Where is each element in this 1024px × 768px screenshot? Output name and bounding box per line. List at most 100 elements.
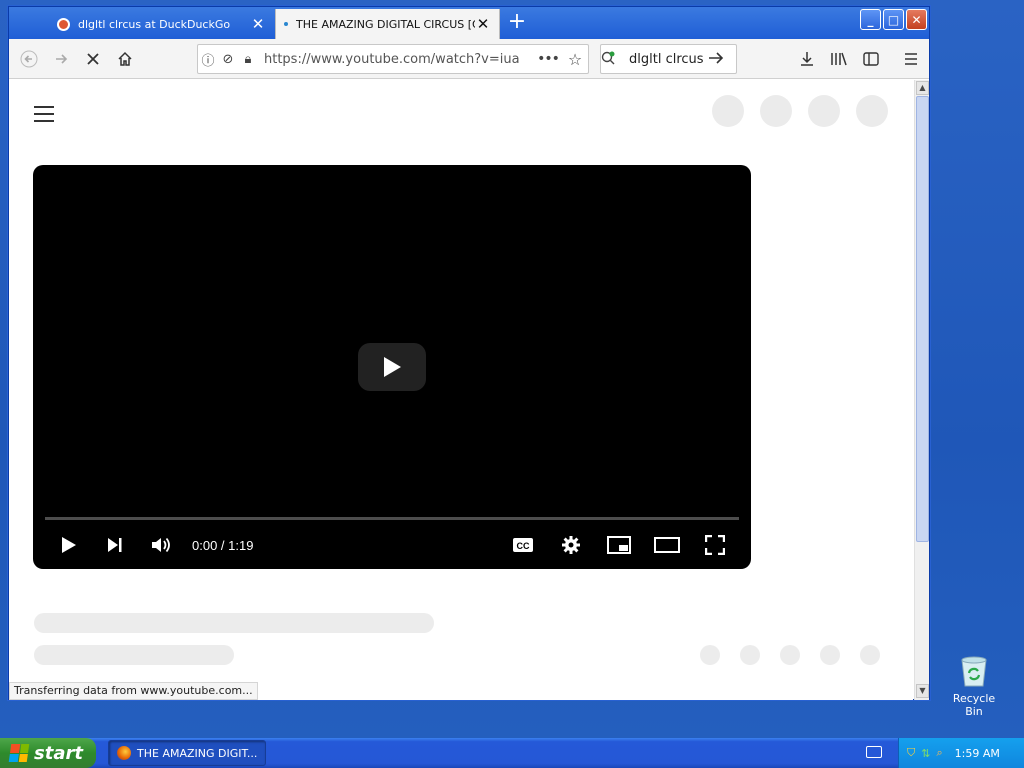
search-query[interactable]: dlgltl clrcus [629,52,708,67]
tracking-protection-icon[interactable]: ⊘ [218,52,238,67]
back-button[interactable] [17,47,41,71]
placeholder-circle [860,645,880,665]
sidebar-icon [863,52,879,66]
downloads-button[interactable] [795,47,819,71]
taskbar: start THE AMAZING DIGIT... ⛉ ⇅ ⌕ 1:59 AM [0,738,1024,768]
sidebar-button[interactable] [859,47,883,71]
tab-duckduckgo[interactable]: dlgltl clrcus at DuckDuckGo ✕ [49,9,274,39]
placeholder-circle [780,645,800,665]
forward-button[interactable] [49,47,73,71]
scroll-down-arrow-icon[interactable]: ▼ [916,684,929,698]
play-icon [62,537,76,553]
taskbar-item-label: THE AMAZING DIGIT... [137,746,258,760]
back-arrow-icon [20,50,38,68]
scrollbar-thumb[interactable] [916,96,929,542]
gear-icon [562,536,580,554]
volume-icon [152,537,170,553]
tab-title: THE AMAZING DIGITAL CIRCUS [O [296,17,475,31]
library-icon [831,52,847,66]
search-icon[interactable]: ⌕ [936,746,942,760]
browser-window: dlgltl clrcus at DuckDuckGo ✕ THE AMAZIN… [8,6,930,700]
video-player[interactable]: 0:00 / 1:19 CC [33,165,751,569]
home-icon [118,51,132,66]
status-bar: Transferring data from www.youtube.com..… [9,682,258,700]
subtitle-placeholder [34,645,234,665]
recycle-bin-shortcut[interactable]: Recycle Bin [944,656,1004,718]
recycle-bin-label: Recycle Bin [952,692,996,718]
maximize-button[interactable]: □ [883,9,904,30]
fullscreen-icon [705,535,725,555]
tab-youtube[interactable]: THE AMAZING DIGITAL CIRCUS [O ✕ [275,9,500,39]
play-icon [384,357,401,377]
player-controls: 0:00 / 1:19 CC [33,527,751,563]
placeholder-circle [856,95,888,127]
svg-text:CC: CC [517,541,530,551]
placeholder-circle [820,645,840,665]
captions-button[interactable]: CC [511,533,535,557]
page-actions-icon[interactable]: ••• [534,51,562,67]
recycle-bin-icon [959,656,989,688]
placeholder-circle [760,95,792,127]
tab-bar: dlgltl clrcus at DuckDuckGo ✕ THE AMAZIN… [9,7,929,39]
placeholder-circle [712,95,744,127]
info-icon[interactable]: ⓘ [198,50,218,69]
library-button[interactable] [827,47,851,71]
large-play-button[interactable] [358,343,426,391]
menu-button[interactable] [899,47,923,71]
page-content: 0:00 / 1:19 CC [9,80,913,700]
home-button[interactable] [113,47,137,71]
firefox-icon [117,746,131,760]
fullscreen-button[interactable] [703,533,727,557]
stop-button[interactable] [81,47,105,71]
system-tray: ⛉ ⇅ ⌕ 1:59 AM [898,738,1024,768]
vertical-scrollbar[interactable]: ▲ ▼ [914,80,929,700]
navigation-toolbar: ⓘ ⊘ 🔒︎ https://www.youtube.com/watch?v=i… [9,39,929,79]
network-icon[interactable]: ⇅ [921,747,930,760]
minimize-button[interactable]: _ [860,9,881,30]
security-shield-icon[interactable]: ⛉ [907,746,915,760]
start-label: start [34,742,83,764]
title-placeholder [34,613,434,633]
windows-logo-icon [8,744,30,762]
time-display: 0:00 / 1:19 [192,537,254,553]
placeholder-circle [808,95,840,127]
new-tab-button[interactable]: + [505,11,529,35]
scroll-up-arrow-icon[interactable]: ▲ [916,81,929,95]
menu-icon [905,53,917,65]
captions-icon: CC [513,538,533,552]
bookmark-star-icon[interactable]: ☆ [562,50,588,69]
address-bar[interactable]: ⓘ ⊘ 🔒︎ https://www.youtube.com/watch?v=i… [197,44,589,74]
next-button[interactable] [103,533,127,557]
miniplayer-icon [607,536,631,554]
clock: 1:59 AM [954,746,1000,760]
placeholder-circle [740,645,760,665]
tab-title: dlgltl clrcus at DuckDuckGo [78,17,231,31]
search-icon [601,51,625,68]
search-go-icon[interactable] [708,51,736,68]
close-tab-icon[interactable]: ✕ [250,15,266,33]
start-button[interactable]: start [0,738,96,768]
theater-mode-button[interactable] [653,533,681,557]
keyboard-icon[interactable] [866,746,882,758]
forward-arrow-icon [56,54,68,64]
lock-icon[interactable]: 🔒︎ [238,52,258,67]
miniplayer-button[interactable] [607,533,631,557]
volume-button[interactable] [149,533,173,557]
duckduckgo-icon [57,17,70,31]
next-icon [108,538,122,552]
theater-icon [654,537,680,553]
search-bar[interactable]: dlgltl clrcus [600,44,737,74]
guide-menu-icon[interactable] [34,106,54,127]
play-button[interactable] [57,533,81,557]
settings-button[interactable] [559,533,583,557]
loading-dot-icon [284,22,288,26]
progress-bar[interactable] [45,517,739,520]
placeholder-circle [700,645,720,665]
close-tab-icon[interactable]: ✕ [475,15,491,33]
stop-icon [87,53,99,65]
taskbar-item-browser[interactable]: THE AMAZING DIGIT... [108,740,266,766]
download-icon [801,52,813,66]
close-window-button[interactable]: ✕ [906,9,927,30]
url-text[interactable]: https://www.youtube.com/watch?v=iua [264,52,534,67]
window-controls: _ □ ✕ [860,9,927,30]
